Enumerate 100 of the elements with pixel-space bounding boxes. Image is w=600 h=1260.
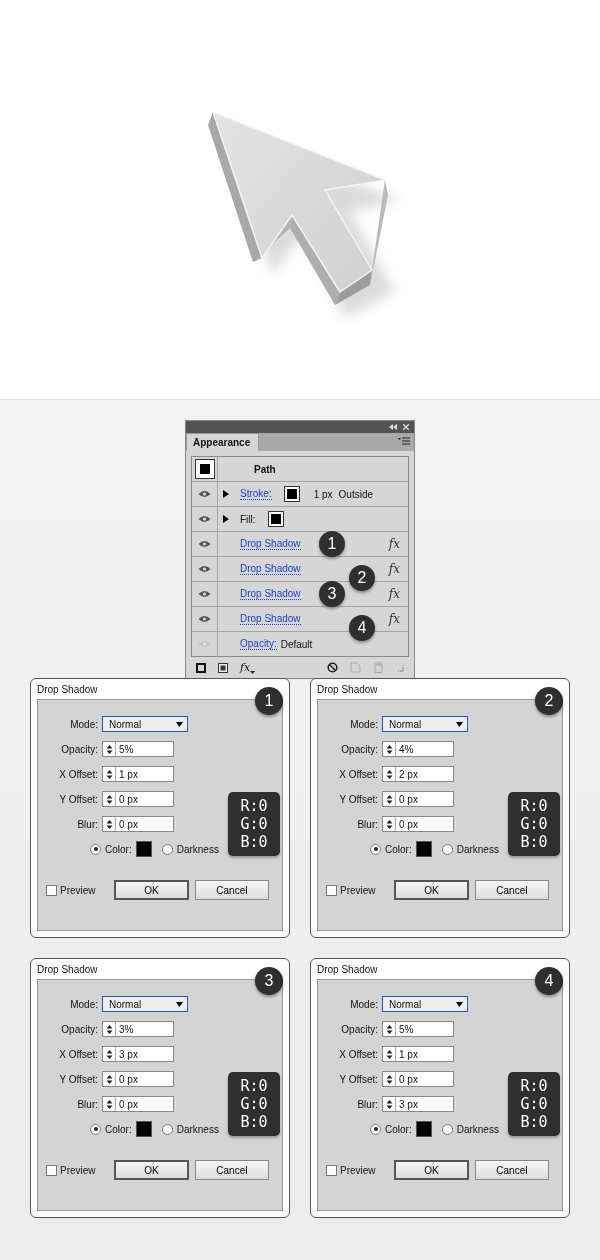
checkbox[interactable] (326, 884, 337, 896)
caret-icon (250, 671, 256, 674)
effect-fx-icon[interactable]: fx (388, 562, 400, 576)
radio-button[interactable] (161, 843, 173, 855)
spinner-icon[interactable] (105, 1023, 113, 1035)
field-label: X Offset: (58, 768, 98, 780)
opacity-link[interactable]: Opacity: (240, 638, 277, 650)
spinner-icon[interactable] (385, 1098, 393, 1110)
effect-fx-icon[interactable]: fx (388, 537, 400, 551)
panel-tab[interactable]: Appearance (186, 433, 260, 451)
field-label: X Offset: (338, 1048, 378, 1060)
effect-link[interactable]: Drop Shadow (240, 588, 301, 600)
spinner-icon[interactable] (385, 793, 393, 805)
clear-icon[interactable] (327, 662, 338, 673)
mode-dropdown[interactable]: Normal (382, 716, 468, 732)
number-field[interactable]: 0 px (102, 1096, 174, 1112)
eye-icon[interactable] (198, 515, 211, 523)
spinner-icon[interactable] (385, 743, 393, 755)
radio-button[interactable] (441, 1123, 453, 1135)
radio-button[interactable] (90, 1123, 101, 1135)
number-field[interactable]: 5% (382, 1021, 454, 1037)
eye-icon[interactable] (198, 590, 211, 598)
step-badge: 4 (535, 967, 563, 995)
number-field[interactable]: 3 px (102, 1046, 174, 1062)
number-field[interactable]: 0 px (102, 1071, 174, 1087)
spinner-icon[interactable] (105, 793, 113, 805)
number-field[interactable]: 1 px (102, 766, 174, 782)
number-field[interactable]: 3% (102, 1021, 174, 1037)
number-field[interactable]: 4% (382, 741, 454, 757)
color-swatch[interactable] (415, 841, 432, 857)
mode-dropdown[interactable]: Normal (382, 996, 468, 1012)
fx-menu-button[interactable]: fx (240, 661, 256, 674)
spinner-icon[interactable] (385, 1073, 393, 1085)
radio-button[interactable] (370, 1123, 381, 1135)
radio-button[interactable] (161, 1123, 173, 1135)
number-field[interactable]: 0 px (102, 816, 174, 832)
effect-fx-icon[interactable]: fx (388, 587, 400, 601)
number-field[interactable]: 5% (102, 741, 174, 757)
stroke-swatch[interactable] (283, 486, 300, 502)
rgb-callout: R:0 G:0 B:0 (228, 1072, 280, 1136)
eye-icon[interactable] (198, 565, 211, 573)
dialog-title: Drop Shadow (317, 963, 378, 975)
color-swatch[interactable] (415, 1121, 432, 1137)
spinner-icon[interactable] (385, 818, 393, 830)
eye-icon[interactable] (198, 540, 211, 548)
color-swatch[interactable] (135, 1121, 152, 1137)
number-field[interactable]: 1 px (382, 1046, 454, 1062)
effect-link[interactable]: Drop Shadow (240, 538, 301, 550)
ok-button[interactable]: OK (394, 880, 469, 900)
spinner-icon[interactable] (105, 743, 113, 755)
spinner-icon[interactable] (105, 1073, 113, 1085)
radio-label: Darkness (176, 843, 219, 855)
radio-label: Color: (385, 843, 412, 855)
spinner-icon[interactable] (385, 1023, 393, 1035)
ok-button[interactable]: OK (114, 1160, 189, 1180)
checkbox[interactable] (46, 884, 57, 896)
close-icon[interactable] (403, 423, 409, 430)
step-badge: 1 (255, 687, 283, 715)
spinner-icon[interactable] (105, 768, 113, 780)
opacity-value: Default (280, 638, 313, 650)
mode-dropdown[interactable]: Normal (102, 716, 188, 732)
checkbox[interactable] (326, 1164, 337, 1176)
number-field[interactable]: 0 px (102, 791, 174, 807)
number-field[interactable]: 3 px (382, 1096, 454, 1112)
field-label: X Offset: (338, 768, 378, 780)
cancel-button[interactable]: Cancel (194, 880, 269, 900)
number-field[interactable]: 2 px (382, 766, 454, 782)
spinner-icon[interactable] (105, 1098, 113, 1110)
number-field[interactable]: 0 px (382, 1071, 454, 1087)
mode-dropdown[interactable]: Normal (102, 996, 188, 1012)
radio-button[interactable] (441, 843, 453, 855)
number-field[interactable]: 0 px (382, 816, 454, 832)
spinner-icon[interactable] (385, 768, 393, 780)
number-field[interactable]: 0 px (382, 791, 454, 807)
spinner-icon[interactable] (385, 1048, 393, 1060)
spinner-icon[interactable] (105, 818, 113, 830)
eye-icon[interactable] (198, 615, 211, 623)
disclosure-triangle-icon[interactable] (222, 490, 230, 498)
radio-button[interactable] (90, 843, 101, 855)
fill-square-icon[interactable] (218, 662, 228, 673)
effect-fx-icon[interactable]: fx (388, 612, 400, 626)
menu-icon[interactable] (398, 437, 410, 445)
spinner-icon[interactable] (105, 1048, 113, 1060)
disclosure-triangle-icon[interactable] (222, 515, 230, 523)
effect-link[interactable]: Drop Shadow (240, 613, 301, 625)
cancel-button[interactable]: Cancel (474, 880, 549, 900)
ok-button[interactable]: OK (394, 1160, 469, 1180)
radio-button[interactable] (370, 843, 381, 855)
effect-link[interactable]: Drop Shadow (240, 563, 301, 575)
checkbox[interactable] (46, 1164, 57, 1176)
eye-icon[interactable] (198, 490, 211, 498)
collapse-icon[interactable] (389, 423, 397, 430)
resize-grip-icon[interactable] (396, 663, 404, 672)
fill-swatch[interactable] (267, 511, 284, 527)
stroke-square-icon[interactable] (196, 662, 206, 673)
cancel-button[interactable]: Cancel (194, 1160, 269, 1180)
stroke-link[interactable]: Stroke: (240, 488, 272, 500)
color-swatch[interactable] (135, 841, 152, 857)
ok-button[interactable]: OK (114, 880, 189, 900)
cancel-button[interactable]: Cancel (474, 1160, 549, 1180)
